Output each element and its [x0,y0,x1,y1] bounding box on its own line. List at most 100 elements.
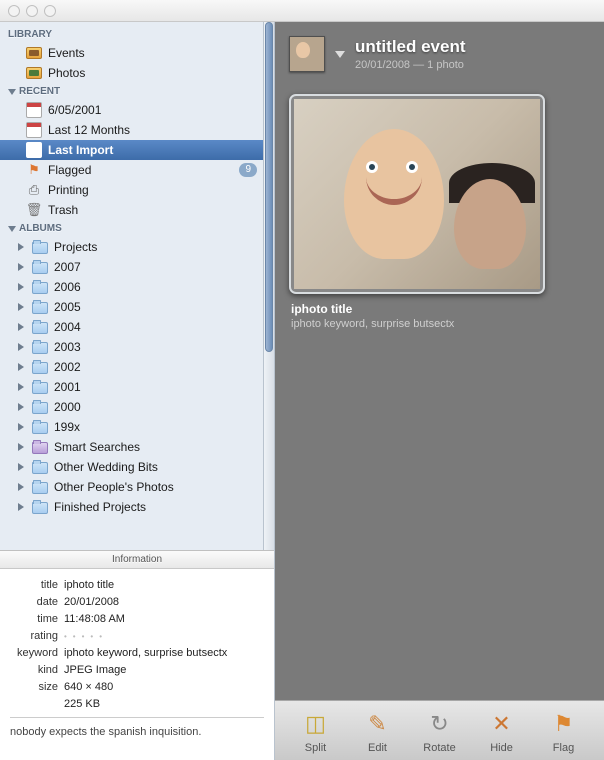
photo-grid[interactable]: iphoto title iphoto keyword, surprise bu… [275,78,604,346]
disclosure-triangle-icon [8,226,16,232]
photo-thumbnail[interactable] [289,94,545,294]
sidebar-item-flagged[interactable]: ⚑ Flagged 9 [0,160,263,180]
info-value-keyword: iphoto keyword, surprise butsectx [64,645,227,662]
flag-button[interactable]: ⚑ Flag [542,708,586,754]
sidebar-item-2000[interactable]: 2000 [0,397,263,417]
sidebar-item-199x[interactable]: 199x [0,417,263,437]
info-caption[interactable]: nobody expects the spanish inquisition. [10,722,264,741]
scrollbar-thumb[interactable] [265,22,273,352]
tool-label: Rotate [423,742,455,754]
sidebar-item-2006[interactable]: 2006 [0,277,263,297]
disclosure-triangle-icon[interactable] [18,323,24,331]
sidebar-item-label: Projects [54,240,97,254]
sidebar-item-events[interactable]: Events [0,43,263,63]
info-label-rating: rating [10,628,58,645]
hide-icon: ✕ [486,708,518,740]
section-label: RECENT [19,86,60,97]
split-button[interactable]: ◫ Split [294,708,338,754]
sidebar-item-label: 2003 [54,340,81,354]
disclosure-triangle-icon[interactable] [18,243,24,251]
disclosure-triangle-icon[interactable] [335,51,345,58]
calendar-icon [26,102,42,118]
sidebar-item-trash[interactable]: 🗑 Trash [0,200,263,220]
sidebar-item-label: 2005 [54,300,81,314]
tool-label: Split [305,742,326,754]
info-value-time[interactable]: 11:48:08 AM [64,611,125,628]
rotate-button[interactable]: ↻ Rotate [418,708,462,754]
info-label-date: date [10,594,58,611]
calendar-icon [26,122,42,138]
sidebar-item-2003[interactable]: 2003 [0,337,263,357]
sidebar-item-label: Finished Projects [54,500,146,514]
sidebar-item-2005[interactable]: 2005 [0,297,263,317]
folder-icon [32,362,48,374]
scrollbar[interactable] [263,22,274,550]
sidebar-item-date[interactable]: 6/05/2001 [0,100,263,120]
hide-button[interactable]: ✕ Hide [480,708,524,754]
sidebar: LIBRARY Events Photos RECENT 6/05/2001 L… [0,22,275,760]
section-library[interactable]: LIBRARY [0,26,263,43]
disclosure-triangle-icon[interactable] [18,383,24,391]
info-label-title: title [10,577,58,594]
disclosure-triangle-icon[interactable] [18,403,24,411]
sidebar-item-label: Other Wedding Bits [54,460,158,474]
event-title[interactable]: untitled event [355,37,466,57]
sidebar-item-projects[interactable]: Projects [0,237,263,257]
disclosure-triangle-icon[interactable] [18,443,24,451]
window-traffic-lights [0,0,604,22]
sidebar-item-label: 2006 [54,280,81,294]
event-key-photo[interactable] [289,36,325,72]
folder-icon [32,282,48,294]
sidebar-item-label: Trash [48,203,78,217]
disclosure-triangle-icon[interactable] [18,483,24,491]
sidebar-item-smart-searches[interactable]: Smart Searches [0,437,263,457]
sidebar-item-label: 199x [54,420,80,434]
disclosure-triangle-icon[interactable] [18,363,24,371]
photos-icon [26,67,42,79]
sidebar-item-label: 2004 [54,320,81,334]
info-value-date[interactable]: 20/01/2008 [64,594,119,611]
zoom-window-button[interactable] [44,5,56,17]
photo-title[interactable]: iphoto title [291,302,588,316]
section-albums[interactable]: ALBUMS [0,220,263,237]
sidebar-item-finished-projects[interactable]: Finished Projects [0,497,263,517]
sidebar-item-other-wedding-bits[interactable]: Other Wedding Bits [0,457,263,477]
section-recent[interactable]: RECENT [0,83,263,100]
sidebar-item-last-12-months[interactable]: Last 12 Months [0,120,263,140]
disclosure-triangle-icon[interactable] [18,283,24,291]
split-icon: ◫ [300,708,332,740]
info-value-kind: JPEG Image [64,662,126,679]
sidebar-item-2002[interactable]: 2002 [0,357,263,377]
pencil-icon: ✎ [362,708,394,740]
info-value-title[interactable]: iphoto title [64,577,114,594]
info-value-rating[interactable]: ••••• [64,628,108,645]
sidebar-item-label: Printing [48,183,89,197]
sidebar-item-printing[interactable]: ⎙ Printing [0,180,263,200]
edit-button[interactable]: ✎ Edit [356,708,400,754]
sidebar-item-2007[interactable]: 2007 [0,257,263,277]
sidebar-item-other-peoples-photos[interactable]: Other People's Photos [0,477,263,497]
sidebar-item-2001[interactable]: 2001 [0,377,263,397]
folder-icon [32,322,48,334]
disclosure-triangle-icon[interactable] [18,343,24,351]
sidebar-item-label: Other People's Photos [54,480,174,494]
minimize-window-button[interactable] [26,5,38,17]
sidebar-item-label: Last 12 Months [48,123,130,137]
disclosure-triangle-icon[interactable] [18,463,24,471]
sidebar-item-label: 2007 [54,260,81,274]
information-tab[interactable]: Information [0,551,274,569]
close-window-button[interactable] [8,5,20,17]
tool-label: Hide [490,742,513,754]
folder-icon [32,242,48,254]
sidebar-item-2004[interactable]: 2004 [0,317,263,337]
smart-folder-icon [32,442,48,454]
sidebar-item-label: 6/05/2001 [48,103,101,117]
disclosure-triangle-icon[interactable] [18,423,24,431]
sidebar-item-photos[interactable]: Photos [0,63,263,83]
disclosure-triangle-icon[interactable] [18,503,24,511]
disclosure-triangle-icon[interactable] [18,303,24,311]
disclosure-triangle-icon[interactable] [18,263,24,271]
sidebar-item-last-import[interactable]: Last Import [0,140,263,160]
info-label-kind: kind [10,662,58,679]
section-label: LIBRARY [8,29,52,40]
